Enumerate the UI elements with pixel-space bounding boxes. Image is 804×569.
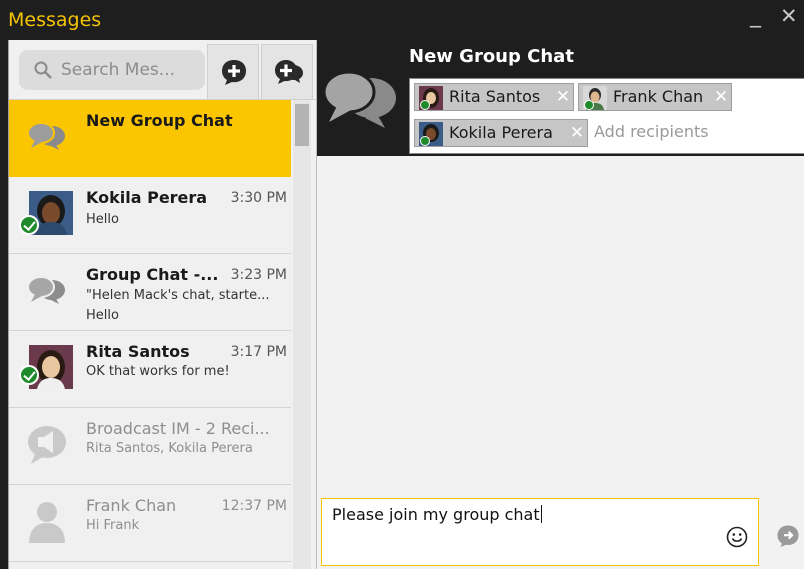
group-chat-icon (27, 122, 65, 150)
recipient-name: Kokila Perera (449, 123, 553, 142)
conversation-time: 12:37 PM (221, 498, 287, 514)
recipient-chip: Kokila Perera ✕ (414, 119, 588, 147)
status-available-icon (19, 215, 39, 235)
conversation-name: Kokila Perera (86, 188, 208, 207)
compose-text-value: Please join my group chat (332, 505, 540, 524)
conversation-time: 3:23 PM (230, 267, 287, 283)
compose-text: Please join my group chat (332, 505, 542, 524)
photo-frank (583, 86, 607, 110)
conversation-name: Broadcast IM - 2 Reci... (86, 419, 270, 438)
conversation-item[interactable]: Frank Chan 12:37 PM Hi Frank (9, 485, 291, 562)
chat-header: New Group Chat Rita Santos ✕ Frank Chan … (317, 40, 804, 156)
broadcast-icon (28, 426, 66, 464)
search-input[interactable] (61, 58, 201, 82)
remove-recipient-button[interactable]: ✕ (711, 84, 731, 110)
app-title: Messages (8, 9, 102, 31)
conversation-list: New Group Chat Kokila Perera 3:30 PM Hel… (9, 100, 291, 569)
minimize-button[interactable]: _ (750, 4, 761, 28)
conversation-preview: OK that works for me! (86, 364, 230, 379)
message-history (317, 156, 804, 494)
remove-recipient-button[interactable]: ✕ (553, 84, 573, 110)
conversation-time: 3:17 PM (230, 344, 287, 360)
recipients-field[interactable]: Rita Santos ✕ Frank Chan ✕ Kokila Perera… (409, 78, 804, 154)
compose-box[interactable]: Please join my group chat (321, 498, 759, 566)
add-recipients-input[interactable] (594, 119, 794, 143)
recipient-chip: Rita Santos ✕ (414, 83, 574, 111)
title-bar: Messages _ ✕ (0, 0, 804, 40)
conversation-scrollbar[interactable] (293, 100, 311, 569)
plus-group-bubble-icon (275, 60, 303, 84)
conversation-name: Rita Santos (86, 342, 190, 361)
conversation-preview: Rita Santos, Kokila Perera (86, 441, 253, 456)
scrollbar-thumb[interactable] (295, 104, 309, 146)
new-group-chat-button[interactable] (261, 44, 313, 100)
conversation-name: Group Chat -... (86, 265, 219, 284)
conversation-item[interactable]: Broadcast IM - 2 Reci... Rita Santos, Ko… (9, 408, 291, 485)
recipient-name: Frank Chan (613, 87, 704, 106)
close-button[interactable]: ✕ (780, 4, 798, 28)
conversation-preview-line2: Hello (86, 308, 119, 323)
group-chat-icon (27, 276, 65, 304)
chat-title: New Group Chat (409, 46, 574, 67)
search-box[interactable] (19, 50, 205, 90)
recipient-name: Rita Santos (449, 87, 541, 106)
search-icon (34, 61, 52, 79)
conversation-item[interactable]: Group Chat -... 3:23 PM "Helen Mack's ch… (9, 254, 291, 331)
emoticon-icon[interactable] (726, 526, 748, 548)
conversation-item[interactable]: Kokila Perera 3:30 PM Hello (9, 177, 291, 254)
conversation-item[interactable]: Rita Santos 3:17 PM OK that works for me… (9, 331, 291, 408)
chat-pane: New Group Chat Rita Santos ✕ Frank Chan … (316, 40, 804, 569)
conversation-name: Frank Chan (86, 496, 177, 515)
plus-bubble-icon (222, 60, 246, 85)
conversation-preview: "Helen Mack's chat, starte... (86, 288, 270, 303)
person-placeholder-icon (29, 502, 65, 543)
group-chat-icon (322, 70, 396, 128)
conversation-preview: Hi Frank (86, 518, 140, 533)
conversation-time: 3:30 PM (230, 190, 287, 206)
conversation-name: New Group Chat (86, 111, 233, 130)
photo-rita (419, 86, 443, 110)
conversation-pane: New Group Chat Kokila Perera 3:30 PM Hel… (8, 40, 317, 569)
new-chat-button[interactable] (207, 44, 259, 100)
recipient-chip: Frank Chan ✕ (578, 83, 732, 111)
text-caret (540, 505, 542, 523)
conversation-preview: Hello (86, 212, 119, 227)
remove-recipient-button[interactable]: ✕ (567, 120, 587, 146)
conversation-item[interactable]: New Group Chat (9, 100, 291, 177)
photo-kokila (419, 122, 443, 146)
status-available-icon (19, 365, 39, 385)
conversation-toolbar (9, 40, 317, 100)
send-icon[interactable] (776, 524, 800, 548)
